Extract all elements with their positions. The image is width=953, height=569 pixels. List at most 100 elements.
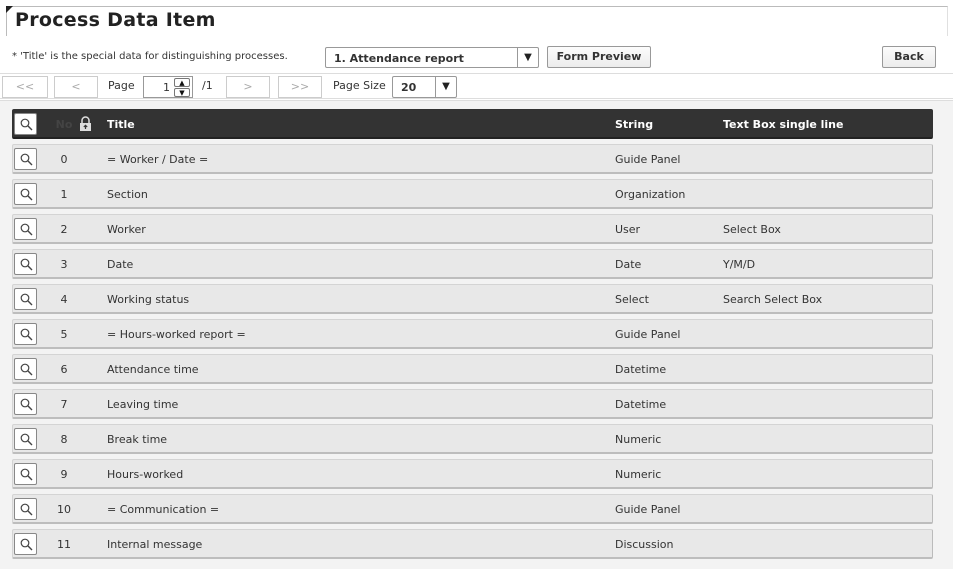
page-label: Page: [108, 79, 135, 92]
prev-page-button[interactable]: <: [54, 76, 98, 98]
last-page-button[interactable]: >>: [278, 76, 322, 98]
first-page-button[interactable]: <<: [2, 76, 48, 98]
search-button[interactable]: [14, 113, 37, 135]
row-title: Internal message: [107, 538, 203, 551]
view-item-button[interactable]: [14, 323, 37, 345]
search-icon: [20, 503, 33, 516]
row-no: 9: [60, 468, 68, 481]
view-item-button[interactable]: [14, 533, 37, 555]
table-row[interactable]: 0 = Worker / Date = Guide Panel: [12, 144, 933, 174]
search-icon: [20, 223, 33, 236]
table-row[interactable]: 1 Section Organization: [12, 179, 933, 209]
row-input: Select Box: [723, 223, 781, 236]
page-size-select[interactable]: 20 ▼: [392, 76, 457, 98]
table-row[interactable]: 5 = Hours-worked report = Guide Panel: [12, 319, 933, 349]
view-item-button[interactable]: [14, 148, 37, 170]
row-type: Organization: [615, 188, 686, 201]
column-type[interactable]: String: [615, 118, 653, 131]
row-title: = Worker / Date =: [107, 153, 209, 166]
view-item-button[interactable]: [14, 183, 37, 205]
view-item-button[interactable]: [14, 463, 37, 485]
process-select-value: 1. Attendance report: [334, 52, 464, 65]
row-no: 10: [57, 503, 71, 516]
pager-bar: << < Page 1 ▲ ▼ /1 > >> Page Size 20 ▼: [0, 73, 953, 99]
total-pages: /1: [202, 79, 213, 92]
search-icon: [20, 328, 33, 341]
row-title: Worker: [107, 223, 146, 236]
row-no: 4: [60, 293, 68, 306]
chevron-down-icon[interactable]: ▼: [517, 48, 538, 67]
column-input[interactable]: Text Box single line: [723, 118, 843, 131]
row-type: Datetime: [615, 398, 667, 411]
page-title: Process Data Item: [15, 9, 216, 31]
view-item-button[interactable]: [14, 393, 37, 415]
view-item-button[interactable]: [14, 218, 37, 240]
table-row[interactable]: 9 Hours-worked Numeric: [12, 459, 933, 489]
page-number-value: 1: [163, 81, 170, 94]
table-row[interactable]: 3 Date Date Y/M/D: [12, 249, 933, 279]
back-button[interactable]: Back: [882, 46, 936, 68]
page-size-value: 20: [401, 81, 417, 94]
view-item-button[interactable]: [14, 358, 37, 380]
row-title: = Communication =: [107, 503, 220, 516]
view-item-button[interactable]: [14, 288, 37, 310]
search-icon: [20, 468, 33, 481]
table-row[interactable]: 4 Working status Select Search Select Box: [12, 284, 933, 314]
next-page-button[interactable]: >: [226, 76, 270, 98]
row-no: 3: [60, 258, 68, 271]
row-type: Numeric: [615, 433, 662, 446]
row-title: = Hours-worked report =: [107, 328, 246, 341]
row-title: Hours-worked: [107, 468, 184, 481]
search-icon: [20, 538, 33, 551]
row-no: 1: [60, 188, 68, 201]
row-type: Guide Panel: [615, 153, 681, 166]
page-number-stepper[interactable]: 1 ▲ ▼: [143, 76, 193, 98]
table-row[interactable]: 10 = Communication = Guide Panel: [12, 494, 933, 524]
table-row[interactable]: 11 Internal message Discussion: [12, 529, 933, 559]
title-note: * 'Title' is the special data for distin…: [12, 51, 288, 62]
row-type: Guide Panel: [615, 328, 681, 341]
view-item-button[interactable]: [14, 428, 37, 450]
page-title-bar: Process Data Item: [6, 6, 948, 36]
search-icon: [20, 188, 33, 201]
column-no[interactable]: No: [49, 118, 79, 131]
form-preview-button[interactable]: Form Preview: [547, 46, 651, 68]
search-icon: [20, 153, 33, 166]
table-row[interactable]: 7 Leaving time Datetime: [12, 389, 933, 419]
view-item-button[interactable]: [14, 498, 37, 520]
search-icon: [20, 293, 33, 306]
process-select[interactable]: 1. Attendance report ▼: [325, 47, 539, 68]
page-size-label: Page Size: [333, 79, 386, 92]
row-no: 7: [60, 398, 68, 411]
row-title: Date: [107, 258, 134, 271]
decrement-icon[interactable]: ▼: [174, 88, 190, 97]
search-icon: [20, 433, 33, 446]
row-title: Leaving time: [107, 398, 179, 411]
data-item-table: No Title String Text Box single line 0 = …: [0, 100, 953, 569]
lock-icon: [80, 116, 91, 131]
row-input: Y/M/D: [723, 258, 756, 271]
search-icon: [20, 363, 33, 376]
row-title: Attendance time: [107, 363, 199, 376]
row-type: Date: [615, 258, 642, 271]
table-row[interactable]: 6 Attendance time Datetime: [12, 354, 933, 384]
row-type: Guide Panel: [615, 503, 681, 516]
row-title: Section: [107, 188, 148, 201]
table-row[interactable]: 2 Worker User Select Box: [12, 214, 933, 244]
row-title: Working status: [107, 293, 190, 306]
column-title[interactable]: Title: [107, 118, 135, 131]
search-icon: [20, 258, 33, 271]
row-type: User: [615, 223, 641, 236]
row-type: Discussion: [615, 538, 674, 551]
row-type: Numeric: [615, 468, 662, 481]
row-type: Datetime: [615, 363, 667, 376]
table-row[interactable]: 8 Break time Numeric: [12, 424, 933, 454]
row-no: 2: [60, 223, 68, 236]
increment-icon[interactable]: ▲: [174, 78, 190, 87]
row-no: 6: [60, 363, 68, 376]
row-no: 8: [60, 433, 68, 446]
search-icon: [20, 118, 33, 131]
search-icon: [20, 398, 33, 411]
view-item-button[interactable]: [14, 253, 37, 275]
chevron-down-icon[interactable]: ▼: [435, 77, 456, 97]
